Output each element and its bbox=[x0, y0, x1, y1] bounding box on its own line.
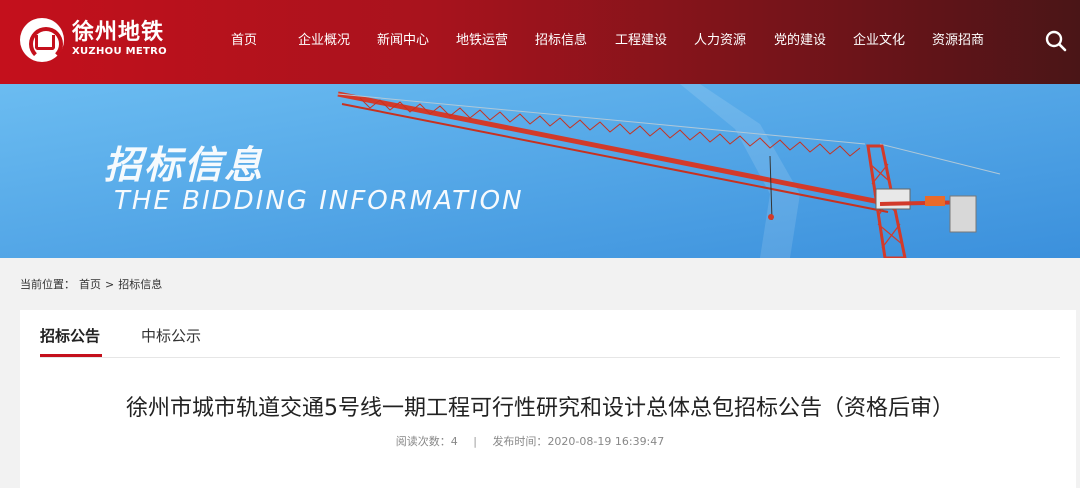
site-header: 徐州地铁 XUZHOU METRO 首页 企业概况 新闻中心 地铁运营 招标信息… bbox=[0, 0, 1080, 84]
logo-name-cn: 徐州地铁 bbox=[72, 20, 165, 45]
nav-item-metro-operation[interactable]: 地铁运营 bbox=[456, 31, 508, 51]
breadcrumb: 当前位置： 首页 > 招标信息 bbox=[20, 277, 162, 293]
breadcrumb-prefix: 当前位置： bbox=[20, 278, 75, 291]
tab-bidding-announcement[interactable]: 招标公告 bbox=[40, 325, 102, 357]
active-tab-indicator bbox=[40, 354, 102, 357]
tab-winning-bid-publicity[interactable]: 中标公示 bbox=[141, 325, 201, 347]
article-meta: 阅读次数：4 | 发布时间：2020-08-19 16:39:47 bbox=[0, 434, 1060, 450]
publish-date: 2020-08-19 16:39:47 bbox=[547, 435, 665, 448]
article-title: 徐州市城市轨道交通5号线一期工程可行性研究和设计总体总包招标公告（资格后审） bbox=[126, 396, 954, 421]
views-count: 4 bbox=[450, 435, 458, 448]
nav-item-human-resources[interactable]: 人力资源 bbox=[694, 31, 746, 51]
meta-divider: | bbox=[473, 435, 477, 448]
tab-label: 招标公告 bbox=[40, 327, 101, 345]
nav-item-news-center[interactable]: 新闻中心 bbox=[377, 31, 429, 51]
page-banner: 招标信息 THE BIDDING INFORMATION bbox=[0, 84, 1080, 258]
nav-item-company-overview[interactable]: 企业概况 bbox=[298, 31, 350, 51]
content-panel: 招标公告 中标公示 徐州市城市轨道交通5号线一期工程可行性研究和设计总体总包招标… bbox=[20, 310, 1076, 488]
tab-bar: 招标公告 中标公示 bbox=[40, 310, 1060, 358]
nav-item-construction[interactable]: 工程建设 bbox=[615, 31, 667, 51]
breadcrumb-separator: > bbox=[105, 278, 115, 291]
nav-item-investment[interactable]: 资源招商 bbox=[932, 31, 984, 51]
breadcrumb-current[interactable]: 招标信息 bbox=[118, 277, 162, 293]
logo-name-en: XUZHOU METRO bbox=[72, 46, 167, 57]
views-label: 阅读次数： bbox=[395, 435, 451, 448]
nav-item-party-building[interactable]: 党的建设 bbox=[774, 31, 826, 51]
search-icon[interactable] bbox=[1044, 29, 1068, 53]
banner-title-cn: 招标信息 bbox=[104, 143, 265, 187]
banner-title-en: THE BIDDING INFORMATION bbox=[114, 186, 524, 216]
nav-item-bidding-info[interactable]: 招标信息 bbox=[535, 31, 587, 51]
logo-text: 徐州地铁 XUZHOU METRO bbox=[72, 21, 167, 59]
nav-item-corporate-culture[interactable]: 企业文化 bbox=[853, 31, 905, 51]
publish-date-label: 发布时间： bbox=[492, 435, 548, 448]
site-logo[interactable]: 徐州地铁 XUZHOU METRO bbox=[20, 18, 167, 62]
metro-logo-icon bbox=[20, 18, 64, 62]
breadcrumb-home[interactable]: 首页 bbox=[79, 277, 101, 293]
tab-label: 中标公示 bbox=[141, 327, 202, 345]
nav-item-home[interactable]: 首页 bbox=[231, 31, 257, 51]
